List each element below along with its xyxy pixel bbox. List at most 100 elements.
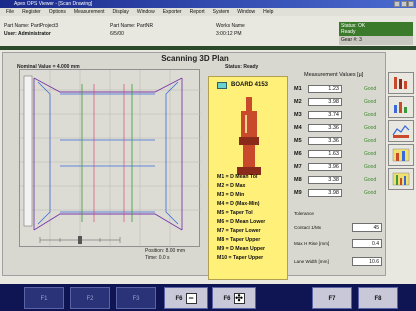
measurement-key: M1: [294, 86, 302, 92]
measurement-status: Good: [364, 164, 377, 170]
menu-item[interactable]: Register: [22, 8, 41, 16]
menu-item[interactable]: Report: [190, 8, 205, 16]
measurement-status: Good: [364, 177, 377, 183]
profile-left-inner: [37, 81, 51, 225]
measurement-row: M2 3.98 Good: [294, 97, 386, 108]
f3-key[interactable]: F3: [116, 287, 156, 309]
bar-chart-icon[interactable]: [388, 96, 414, 118]
measurement-value[interactable]: 3.96: [308, 163, 342, 171]
part-name-label: Part Name: PartProject3: [4, 23, 59, 29]
measurement-key: M6: [294, 151, 302, 157]
level-chart-icon[interactable]: [388, 168, 414, 190]
extra-key: Tolerance: [294, 211, 314, 216]
scan-plot[interactable]: [19, 69, 201, 248]
legend-item: M1 = D Mean Tol: [217, 174, 258, 180]
extra-value[interactable]: 45: [352, 223, 382, 232]
ruler-icon[interactable]: [388, 72, 414, 94]
status-sub: Ready: [341, 29, 356, 35]
measurement-value[interactable]: 3.98: [308, 189, 342, 197]
legend-item: M8 = Taper Upper: [217, 237, 261, 243]
measurement-status: Good: [364, 151, 377, 157]
menu-item[interactable]: Options: [49, 8, 66, 16]
measurement-key: M3: [294, 112, 302, 118]
user-label: User: Administrator: [4, 31, 51, 37]
measurement-row: M6 1.63 Good: [294, 149, 386, 160]
measurement-row: M9 3.98 Good: [294, 188, 386, 199]
f6-move-key[interactable]: F6 ✣: [212, 287, 256, 309]
legend-item: M3 = D Min: [217, 192, 245, 198]
probe-label: BOARD 4153: [231, 82, 269, 88]
legend-item: M5 = Taper Tol: [217, 210, 253, 216]
f7-key[interactable]: F7: [312, 287, 352, 309]
f6-minus-key[interactable]: F6−: [164, 287, 208, 309]
measurement-value[interactable]: 1.23: [308, 85, 342, 93]
probe-tip: [246, 97, 252, 111]
extra-row: Max H Rise [mm] 0.4: [294, 238, 386, 250]
measurement-value[interactable]: 3.74: [308, 111, 342, 119]
grid: [20, 70, 201, 248]
f2-key[interactable]: F2: [70, 287, 110, 309]
tolerance-heading: Tolerance: [294, 208, 386, 220]
extra-value[interactable]: 10.6: [352, 257, 382, 266]
works-name-label: Works Name: [216, 23, 245, 29]
menu-item[interactable]: Measurement: [74, 8, 105, 16]
measurement-row: M1 1.23 Good: [294, 84, 386, 95]
extra-key: Lane Width [mm]: [294, 259, 329, 264]
f8-key[interactable]: F8: [358, 287, 398, 309]
time-readout: Time: 0.0 s: [145, 255, 170, 261]
measurement-value[interactable]: 3.98: [308, 98, 342, 106]
measurement-status: Good: [364, 112, 377, 118]
measurement-key: M4: [294, 125, 302, 131]
measurement-status: Good: [364, 125, 377, 131]
divider: [0, 46, 416, 50]
probe-stem: [243, 145, 255, 167]
legend-item: M4 = D (Max-Min): [217, 201, 260, 207]
menu-item[interactable]: System: [213, 8, 230, 16]
probe-indicator: [217, 82, 227, 89]
measurement-value[interactable]: 3.38: [308, 176, 342, 184]
measurement-key: M8: [294, 177, 302, 183]
profile-chart-icon[interactable]: [388, 120, 414, 142]
status-ready-label: Status: Ready: [225, 64, 259, 70]
menu-item[interactable]: Display: [113, 8, 129, 16]
legend-item: M2 = D Max: [217, 183, 246, 189]
time-label: 3:00:12 PM: [216, 31, 242, 37]
stats-chart-icon-svg: [392, 148, 410, 162]
measurement-key: M7: [294, 164, 302, 170]
window-title: Apex OPS Viewer - [Scan Drawing]: [14, 1, 93, 7]
scale-bar-left: [23, 75, 33, 227]
extra-value[interactable]: 0.4: [352, 239, 382, 248]
minus-icon: −: [185, 292, 197, 304]
legend-item: M7 = Taper Lower: [217, 228, 261, 234]
move-icon: ✣: [233, 292, 245, 304]
menu-item[interactable]: Help: [263, 8, 273, 16]
measurement-value[interactable]: 3.36: [308, 124, 342, 132]
measurement-key: M9: [294, 190, 302, 196]
panel-title: Scanning 3D Plan: [161, 54, 229, 63]
ruler-icon-svg: [394, 77, 407, 89]
stats-chart-icon[interactable]: [388, 144, 414, 166]
extra-row: Lane Width [mm] 10.6: [294, 256, 386, 268]
measurement-status: Good: [364, 99, 377, 105]
measurement-row: M3 3.74 Good: [294, 110, 386, 121]
measurement-status: Good: [364, 86, 377, 92]
minimize-button[interactable]: [394, 1, 400, 7]
probe-highlight: [245, 115, 247, 133]
menu-item[interactable]: Window: [137, 8, 155, 16]
maximize-button[interactable]: [401, 1, 407, 7]
measurement-key: M2: [294, 99, 302, 105]
probe-body: [241, 111, 257, 137]
extra-key: Contact 1/Mx: [294, 225, 322, 230]
f1-key[interactable]: F1: [24, 287, 64, 309]
measurement-row: M5 3.36 Good: [294, 136, 386, 147]
ruler-slider: [78, 236, 82, 244]
probe-panel: BOARD 4153 M1 = D Mean Tol M2 = D Max M3…: [208, 76, 288, 280]
close-button[interactable]: [408, 1, 414, 7]
menu-item[interactable]: Exporter: [163, 8, 182, 16]
legend-item: M9 = D Mean Upper: [217, 246, 265, 252]
measurement-value[interactable]: 3.36: [308, 137, 342, 145]
measurement-row: M4 3.36 Good: [294, 123, 386, 134]
menu-item[interactable]: File: [6, 8, 14, 16]
menu-item[interactable]: Window: [237, 8, 255, 16]
measurement-value[interactable]: 1.63: [308, 150, 342, 158]
